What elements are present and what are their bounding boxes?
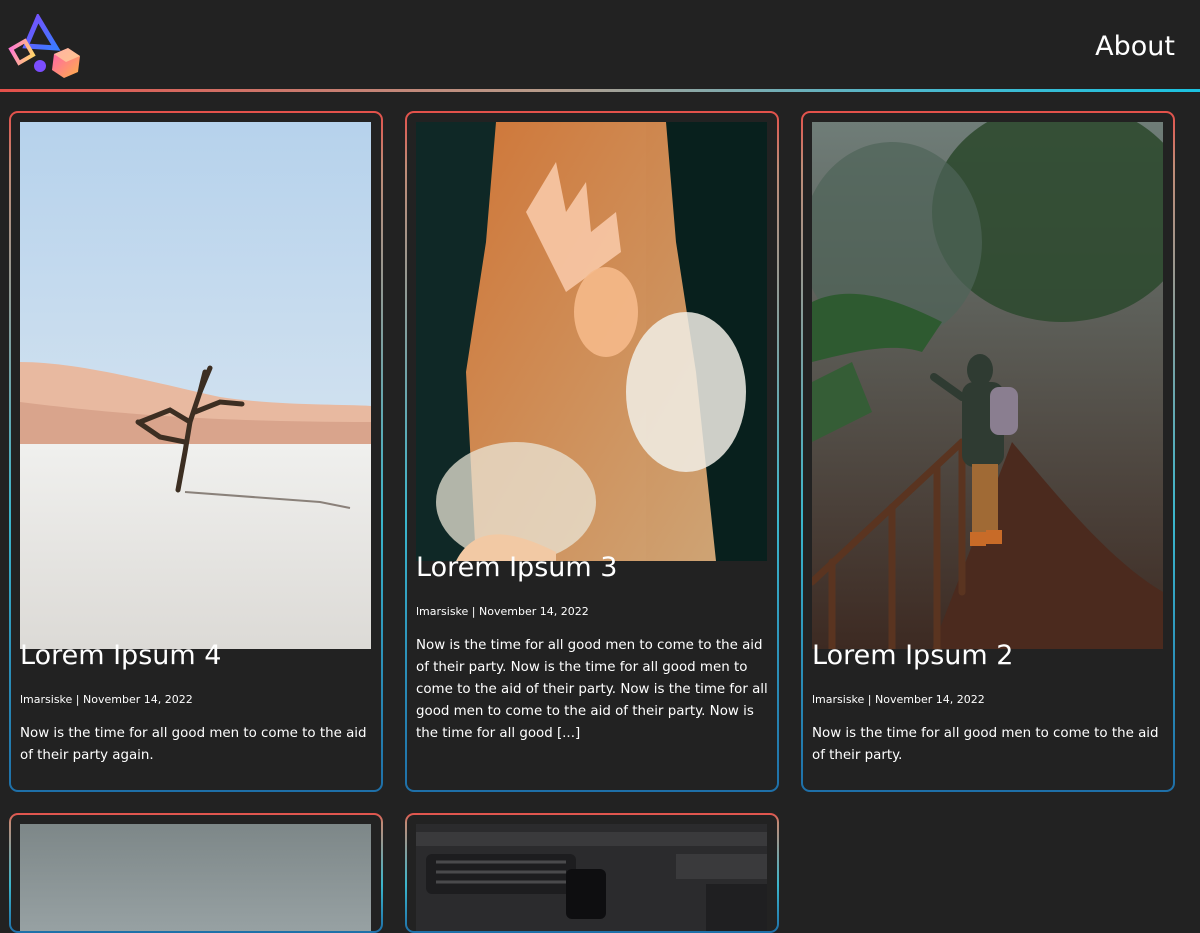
post-date: November 14, 2022 xyxy=(479,605,589,618)
nav-about-link[interactable]: About xyxy=(1095,31,1175,62)
post-title[interactable]: Lorem Ipsum 2 xyxy=(812,640,1013,671)
post-image[interactable] xyxy=(20,824,371,931)
post-image[interactable] xyxy=(812,122,1163,649)
logo-icon[interactable] xyxy=(8,12,84,80)
post-meta: lmarsiske | November 14, 2022 xyxy=(20,693,193,706)
post-date: November 14, 2022 xyxy=(83,693,193,706)
post-author[interactable]: lmarsiske xyxy=(416,605,468,618)
post-meta: lmarsiske | November 14, 2022 xyxy=(812,693,985,706)
post-excerpt: Now is the time for all good men to come… xyxy=(20,726,367,763)
post-card[interactable] xyxy=(9,813,383,933)
header-divider xyxy=(0,89,1200,92)
post-excerpt: Now is the time for all good men to come… xyxy=(812,726,1159,763)
post-meta: lmarsiske | November 14, 2022 xyxy=(416,605,589,618)
post-excerpt: Now is the time for all good men to come… xyxy=(416,638,768,741)
post-image[interactable] xyxy=(20,122,371,649)
post-card[interactable]: Lorem Ipsum 2 lmarsiske | November 14, 2… xyxy=(801,111,1175,792)
post-card[interactable] xyxy=(405,813,779,933)
post-author[interactable]: lmarsiske xyxy=(812,693,864,706)
site-header: About xyxy=(0,0,1200,92)
post-title[interactable]: Lorem Ipsum 3 xyxy=(416,552,617,583)
post-author[interactable]: lmarsiske xyxy=(20,693,72,706)
post-date: November 14, 2022 xyxy=(875,693,985,706)
post-image[interactable] xyxy=(416,122,767,561)
post-title[interactable]: Lorem Ipsum 4 xyxy=(20,640,221,671)
post-card[interactable]: Lorem Ipsum 4 lmarsiske | November 14, 2… xyxy=(9,111,383,792)
post-card[interactable]: Lorem Ipsum 3 lmarsiske | November 14, 2… xyxy=(405,111,779,792)
post-image[interactable] xyxy=(416,824,767,931)
